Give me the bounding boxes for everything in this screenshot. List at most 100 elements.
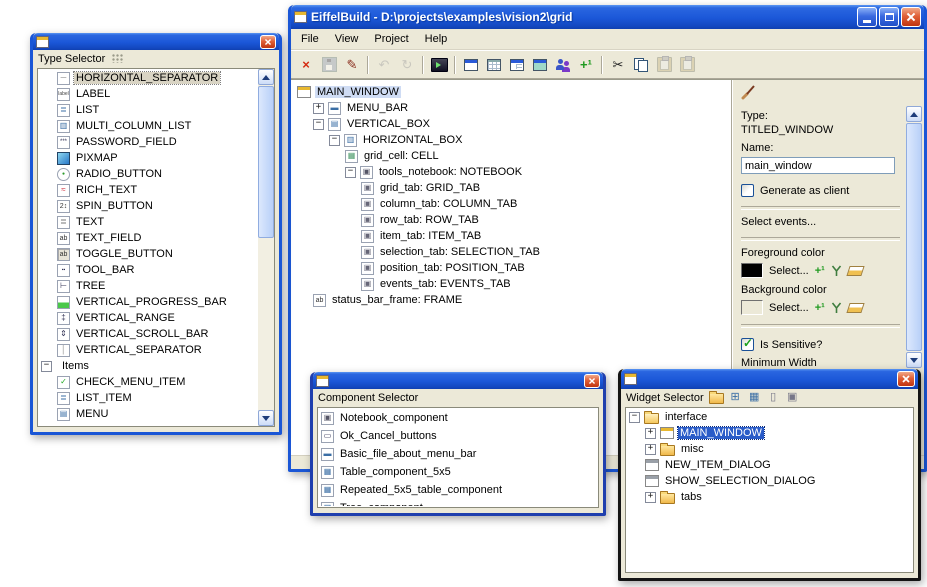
add-window-icon[interactable]: ⊞ bbox=[728, 391, 743, 404]
generate-code-icon[interactable] bbox=[428, 54, 450, 76]
tree-row-main-window[interactable]: MAIN_WINDOW bbox=[295, 84, 731, 100]
eraser-icon[interactable] bbox=[846, 303, 864, 313]
close-button[interactable] bbox=[260, 35, 276, 49]
tree-row-row-tab-row-tab[interactable]: ▣row_tab: ROW_TAB bbox=[295, 212, 731, 228]
background-color-swatch[interactable] bbox=[741, 300, 763, 315]
tree-row-tree-component[interactable]: ▦Tree_component bbox=[319, 499, 597, 506]
tree-row-vertical-separator[interactable]: │VERTICAL_SEPARATOR bbox=[39, 342, 257, 358]
tree-row-vertical-range[interactable]: ‡VERTICAL_RANGE bbox=[39, 310, 257, 326]
tree-row-pixmap[interactable]: PIXMAP bbox=[39, 150, 257, 166]
table-view-icon[interactable] bbox=[483, 54, 505, 76]
tree-row-list-item[interactable]: ≣LIST_ITEM bbox=[39, 390, 257, 406]
tree-row-basic-file-about-menu-bar[interactable]: ▬Basic_file_about_menu_bar bbox=[319, 445, 597, 463]
tree-row-toggle-button[interactable]: abTOGGLE_BUTTON bbox=[39, 246, 257, 262]
tree-row-horizontal-separator[interactable]: ─HORIZONTAL_SEPARATOR bbox=[39, 70, 257, 86]
delete-widget-icon[interactable]: × bbox=[295, 54, 317, 76]
tree-row-interface[interactable]: −interface bbox=[627, 409, 912, 425]
scrollbar-thumb[interactable] bbox=[906, 123, 922, 351]
select-foreground-color-button[interactable]: Select... bbox=[769, 265, 809, 277]
tree-row-radio-button[interactable]: ●RADIO_BUTTON bbox=[39, 166, 257, 182]
tree-row-label[interactable]: labelLABEL bbox=[39, 86, 257, 102]
tree-row-repeated-5x5-table-component[interactable]: ▦Repeated_5x5_table_component bbox=[319, 481, 597, 499]
tree-row-multi-column-list[interactable]: ▥MULTI_COLUMN_LIST bbox=[39, 118, 257, 134]
title-bar[interactable]: EiffelBuild - D:\projects\examples\visio… bbox=[291, 5, 924, 29]
tree-row-tool-bar[interactable]: ▪▪TOOL_BAR bbox=[39, 262, 257, 278]
collapse-icon[interactable]: − bbox=[345, 167, 356, 178]
add-constant-icon[interactable]: +¹ bbox=[815, 265, 825, 277]
generate-as-client-checkbox[interactable] bbox=[741, 184, 754, 197]
delete-icon[interactable]: ▯ bbox=[766, 391, 781, 404]
scrollbar-thumb[interactable] bbox=[258, 86, 274, 238]
merge-icon[interactable] bbox=[831, 302, 842, 314]
foreground-color-swatch[interactable] bbox=[741, 263, 763, 278]
tree-row-show-selection-dialog[interactable]: SHOW_SELECTION_DIALOG bbox=[627, 473, 912, 489]
tree-row-spin-button[interactable]: 2↕SPIN_BUTTON bbox=[39, 198, 257, 214]
tree-row-main-window[interactable]: +MAIN_WINDOW bbox=[627, 425, 912, 441]
tree-row-text-field[interactable]: abTEXT_FIELD bbox=[39, 230, 257, 246]
name-input[interactable] bbox=[741, 157, 895, 174]
users-icon[interactable] bbox=[552, 54, 574, 76]
select-background-color-button[interactable]: Select... bbox=[769, 302, 809, 314]
tree-row-grid-cell-cell[interactable]: ▦grid_cell: CELL bbox=[295, 148, 731, 164]
collapse-icon[interactable]: − bbox=[313, 119, 324, 130]
snapshot-icon[interactable]: ▣ bbox=[785, 391, 800, 404]
collapse-icon[interactable]: − bbox=[329, 135, 340, 146]
tree-row-menu-bar[interactable]: +▬MENU_BAR bbox=[295, 100, 731, 116]
close-button[interactable] bbox=[901, 7, 921, 27]
add-constant-icon[interactable]: +¹ bbox=[815, 302, 825, 314]
menu-file[interactable]: File bbox=[293, 31, 327, 47]
tree-row-check-menu-item[interactable]: ✓CHECK_MENU_ITEM bbox=[39, 374, 257, 390]
tree-row-tools-notebook-notebook[interactable]: −▣tools_notebook: NOTEBOOK bbox=[295, 164, 731, 180]
preview-view-icon[interactable] bbox=[529, 54, 551, 76]
tree-row-items[interactable]: −Items bbox=[39, 358, 257, 374]
tree-row-table-component-5x5[interactable]: ▦Table_component_5x5 bbox=[319, 463, 597, 481]
collapse-icon[interactable]: − bbox=[41, 361, 52, 372]
window-view-icon[interactable] bbox=[460, 54, 482, 76]
brush-icon[interactable] bbox=[741, 84, 757, 100]
close-button[interactable] bbox=[897, 371, 915, 387]
eraser-icon[interactable] bbox=[846, 266, 864, 276]
tree-row-vertical-box[interactable]: −▤VERTICAL_BOX bbox=[295, 116, 731, 132]
tree-row-menu[interactable]: ▤MENU bbox=[39, 406, 257, 422]
tree-row-misc[interactable]: +misc bbox=[627, 441, 912, 457]
tree-row-vertical-scroll-bar[interactable]: ⇕VERTICAL_SCROLL_BAR bbox=[39, 326, 257, 342]
tree-row-list[interactable]: ≣LIST bbox=[39, 102, 257, 118]
tree-row-horizontal-box[interactable]: −▥HORIZONTAL_BOX bbox=[295, 132, 731, 148]
tree-row-status-bar-frame-frame[interactable]: abstatus_bar_frame: FRAME bbox=[295, 292, 731, 308]
scroll-down-button[interactable] bbox=[258, 410, 274, 426]
tree-row-item-tab-item-tab[interactable]: ▣item_tab: ITEM_TAB bbox=[295, 228, 731, 244]
menu-view[interactable]: View bbox=[327, 31, 367, 47]
edit-icon[interactable]: ✎ bbox=[341, 54, 363, 76]
scroll-up-button[interactable] bbox=[258, 69, 274, 85]
drag-handle-icon[interactable] bbox=[112, 54, 124, 63]
tree-row-grid-tab-grid-tab[interactable]: ▣grid_tab: GRID_TAB bbox=[295, 180, 731, 196]
merge-icon[interactable] bbox=[831, 265, 842, 277]
scroll-down-button[interactable] bbox=[906, 352, 922, 368]
copy-icon[interactable] bbox=[630, 54, 652, 76]
tree-row-tabs[interactable]: +tabs bbox=[627, 489, 912, 505]
close-button[interactable] bbox=[584, 374, 600, 388]
maximize-button[interactable] bbox=[879, 7, 899, 27]
tree-row-new-item-dialog[interactable]: NEW_ITEM_DIALOG bbox=[627, 457, 912, 473]
tree-row-rich-text[interactable]: ≈RICH_TEXT bbox=[39, 182, 257, 198]
expand-icon[interactable]: + bbox=[645, 444, 656, 455]
component-selector-title-bar[interactable] bbox=[313, 372, 603, 389]
type-selector-scrollbar[interactable] bbox=[258, 69, 274, 426]
widget-selector-title-bar[interactable] bbox=[621, 369, 918, 389]
tree-row-events-tab-events-tab[interactable]: ▣events_tab: EVENTS_TAB bbox=[295, 276, 731, 292]
add-one-icon[interactable]: +¹ bbox=[575, 54, 597, 76]
properties-scrollbar[interactable] bbox=[906, 106, 922, 368]
new-folder-icon[interactable] bbox=[709, 393, 724, 404]
collapse-icon[interactable]: − bbox=[629, 412, 640, 423]
tree-row-selection-tab-selection-tab[interactable]: ▣selection_tab: SELECTION_TAB bbox=[295, 244, 731, 260]
expand-icon[interactable]: + bbox=[645, 428, 656, 439]
scroll-up-button[interactable] bbox=[906, 106, 922, 122]
is-sensitive-checkbox[interactable] bbox=[741, 338, 754, 351]
tree-row-password-field[interactable]: ***PASSWORD_FIELD bbox=[39, 134, 257, 150]
tree-row-tree[interactable]: ⊢TREE bbox=[39, 278, 257, 294]
tree-row-text[interactable]: ≣TEXT bbox=[39, 214, 257, 230]
menu-help[interactable]: Help bbox=[417, 31, 456, 47]
tree-row-notebook-component[interactable]: ▣Notebook_component bbox=[319, 409, 597, 427]
type-selector-title-bar[interactable] bbox=[33, 33, 279, 50]
cut-icon[interactable]: ✂ bbox=[607, 54, 629, 76]
